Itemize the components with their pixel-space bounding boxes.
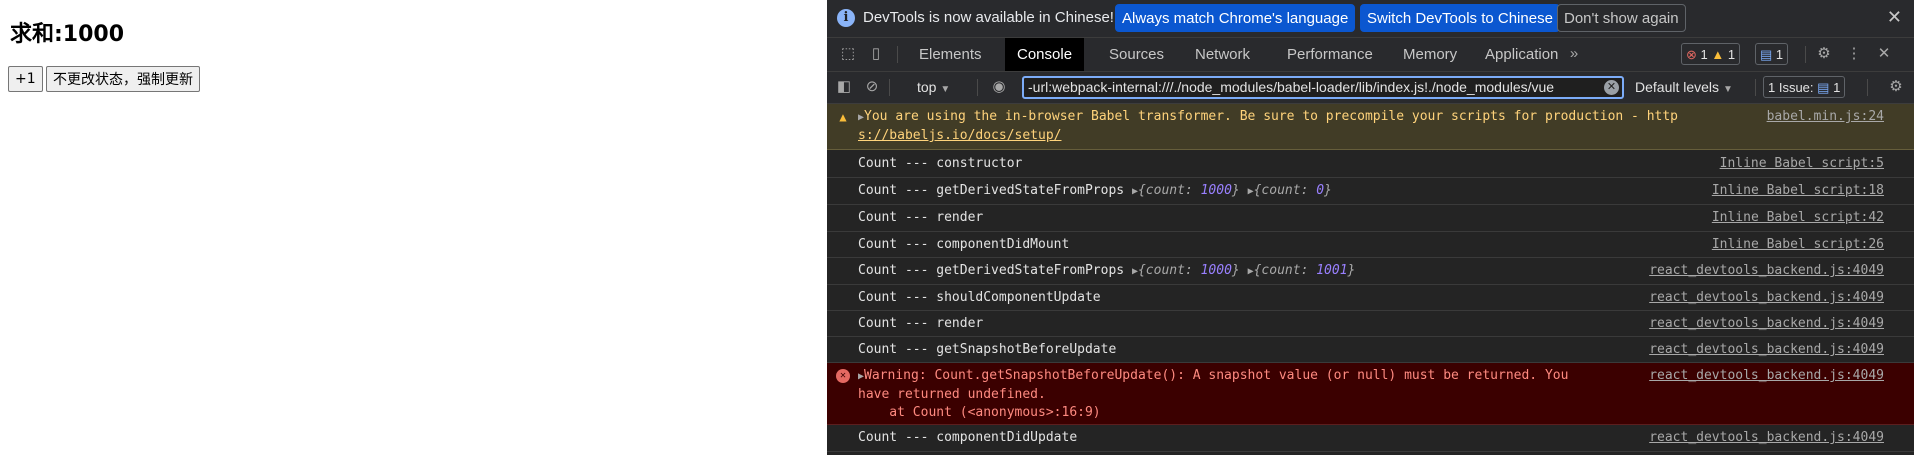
context-selector[interactable]: top ▼ — [917, 79, 950, 95]
console-log-row: Count --- getSnapshotBeforeUpdate react_… — [827, 337, 1914, 363]
issues-label: 1 Issue: — [1768, 80, 1814, 95]
log-source-link[interactable]: Inline Babel script:5 — [1720, 155, 1884, 173]
clear-console-icon[interactable]: ⊘ — [863, 78, 881, 96]
console-output: ▲ ▶You are using the in-browser Babel tr… — [827, 104, 1914, 455]
tab-memory[interactable]: Memory — [1391, 38, 1469, 71]
infobar-message: DevTools is now available in Chinese! — [863, 9, 1114, 26]
message-count: 1 — [1775, 47, 1784, 62]
log-source-link[interactable]: Inline Babel script:26 — [1712, 236, 1884, 254]
error-icon: ✕ — [836, 369, 850, 383]
issue-icon: ▤ — [1817, 80, 1830, 95]
log-message: Count --- getDerivedStateFromProps ▶{cou… — [858, 183, 1332, 198]
log-source-link[interactable]: react_devtools_backend.js:4049 — [1649, 429, 1884, 447]
warning-message: ▶You are using the in-browser Babel tran… — [858, 109, 1679, 143]
log-message: Count --- componentDidMount — [858, 237, 1070, 252]
eye-icon[interactable]: ◉ — [990, 78, 1008, 96]
error-message: ▶Warning: Count.getSnapshotBeforeUpdate(… — [858, 368, 1569, 420]
match-language-button[interactable]: Always match Chrome's language — [1115, 4, 1356, 32]
more-tabs-icon[interactable]: » — [1565, 45, 1583, 63]
toolbar-divider — [1867, 79, 1868, 96]
settings-gear-icon[interactable]: ⚙ — [1815, 45, 1833, 63]
toolbar-divider — [889, 79, 890, 96]
toolbar-divider — [1805, 46, 1806, 63]
log-source-link[interactable]: Inline Babel script:18 — [1712, 182, 1884, 200]
message-icon: ▤ — [1760, 47, 1773, 62]
error-icon: ⊗ — [1686, 47, 1697, 62]
console-warning-row: ▲ ▶You are using the in-browser Babel tr… — [827, 104, 1914, 150]
toolbar-divider — [977, 79, 978, 96]
force-update-button[interactable]: 不更改状态，强制更新 — [46, 66, 200, 92]
tab-elements[interactable]: Elements — [907, 38, 994, 71]
increment-button[interactable]: +1 — [8, 66, 43, 92]
issues-count: 1 — [1833, 80, 1841, 95]
toolbar-divider — [1755, 79, 1756, 96]
device-toggle-icon[interactable]: ▯ — [867, 45, 885, 63]
log-source-link[interactable]: react_devtools_backend.js:4049 — [1649, 341, 1884, 359]
console-log-row: Count --- getDerivedStateFromProps ▶{cou… — [827, 178, 1914, 205]
error-warning-counter[interactable]: ⊗ 1 ▲ 1 — [1681, 43, 1741, 65]
console-log-row: Count --- render Inline Babel script:42 — [827, 205, 1914, 232]
log-message: Count --- componentDidUpdate — [858, 430, 1078, 445]
console-log-row: Count --- constructor Inline Babel scrip… — [827, 151, 1914, 178]
console-filterbar: ◧ ⊘ top ▼ ◉ -url:webpack-internal:///./n… — [827, 72, 1914, 104]
warning-source-link[interactable]: babel.min.js:24 — [1767, 108, 1884, 126]
issues-button[interactable]: 1 Issue: ▤ 1 — [1763, 76, 1846, 98]
console-settings-gear-icon[interactable]: ⚙ — [1887, 78, 1905, 96]
close-devtools-icon[interactable]: ✕ — [1875, 45, 1893, 63]
clear-filter-icon[interactable]: ✕ — [1604, 80, 1619, 95]
tab-sources[interactable]: Sources — [1097, 38, 1176, 71]
console-log-row: Count --- componentDidMount Inline Babel… — [827, 232, 1914, 258]
error-count: 1 — [1700, 47, 1708, 62]
toolbar-divider — [897, 46, 898, 63]
log-message: Count --- getDerivedStateFromProps ▶{cou… — [858, 263, 1356, 278]
log-levels-label: Default levels — [1635, 79, 1720, 95]
sum-heading: 求和:1000 — [10, 22, 125, 47]
chevron-down-icon: ▼ — [940, 84, 951, 95]
console-error-row: ✕ ▶Warning: Count.getSnapshotBeforeUpdat… — [827, 363, 1914, 425]
app-page: 求和:1000 +1 不更改状态，强制更新 — [0, 0, 827, 455]
info-icon: i — [837, 9, 855, 27]
inspect-element-icon[interactable]: ⬚ — [839, 45, 857, 63]
close-icon[interactable]: ✕ — [1887, 7, 1902, 28]
dont-show-again-button[interactable]: Don't show again — [1557, 4, 1686, 32]
console-log-row: Count --- getDerivedStateFromProps ▶{cou… — [827, 258, 1914, 285]
warning-icon: ▲ — [1711, 47, 1725, 62]
log-source-link[interactable]: react_devtools_backend.js:4049 — [1649, 262, 1884, 280]
tab-network[interactable]: Network — [1183, 38, 1262, 71]
more-options-icon[interactable]: ⋮ — [1845, 45, 1863, 63]
tab-performance[interactable]: Performance — [1275, 38, 1385, 71]
tab-application[interactable]: Application — [1473, 38, 1570, 71]
language-infobar: i DevTools is now available in Chinese! … — [827, 0, 1914, 38]
console-log-row: Count --- componentDidUpdate react_devto… — [827, 425, 1914, 452]
filter-input[interactable]: -url:webpack-internal:///./node_modules/… — [1022, 76, 1624, 99]
switch-chinese-button[interactable]: Switch DevTools to Chinese — [1360, 4, 1560, 32]
log-message: Count --- render — [858, 316, 984, 331]
console-log-row: Count --- shouldComponentUpdate react_de… — [827, 285, 1914, 311]
messages-counter[interactable]: ▤ 1 — [1755, 43, 1789, 65]
log-levels-dropdown[interactable]: Default levels ▼ — [1635, 79, 1733, 95]
warning-icon: ▲ — [839, 110, 847, 124]
log-message: Count --- getSnapshotBeforeUpdate — [858, 342, 1117, 357]
tab-console[interactable]: Console — [1005, 38, 1085, 71]
context-label: top — [917, 79, 937, 95]
devtools-tabbar: ⬚ ▯ Elements Console Sources Network Per… — [827, 38, 1914, 72]
log-source-link[interactable]: react_devtools_backend.js:4049 — [1649, 315, 1884, 333]
log-message: Count --- shouldComponentUpdate — [858, 290, 1101, 305]
warning-count: 1 — [1727, 47, 1736, 62]
log-source-link[interactable]: react_devtools_backend.js:4049 — [1649, 289, 1884, 307]
log-source-link[interactable]: Inline Babel script:42 — [1712, 209, 1884, 227]
error-source-link[interactable]: react_devtools_backend.js:4049 — [1649, 367, 1884, 385]
log-message: Count --- constructor — [858, 156, 1023, 171]
console-log-row: Count --- render react_devtools_backend.… — [827, 311, 1914, 337]
log-message: Count --- render — [858, 210, 984, 225]
chevron-down-icon: ▼ — [1722, 84, 1733, 95]
devtools-panel: i DevTools is now available in Chinese! … — [827, 0, 1914, 455]
sidebar-toggle-icon[interactable]: ◧ — [835, 78, 853, 96]
